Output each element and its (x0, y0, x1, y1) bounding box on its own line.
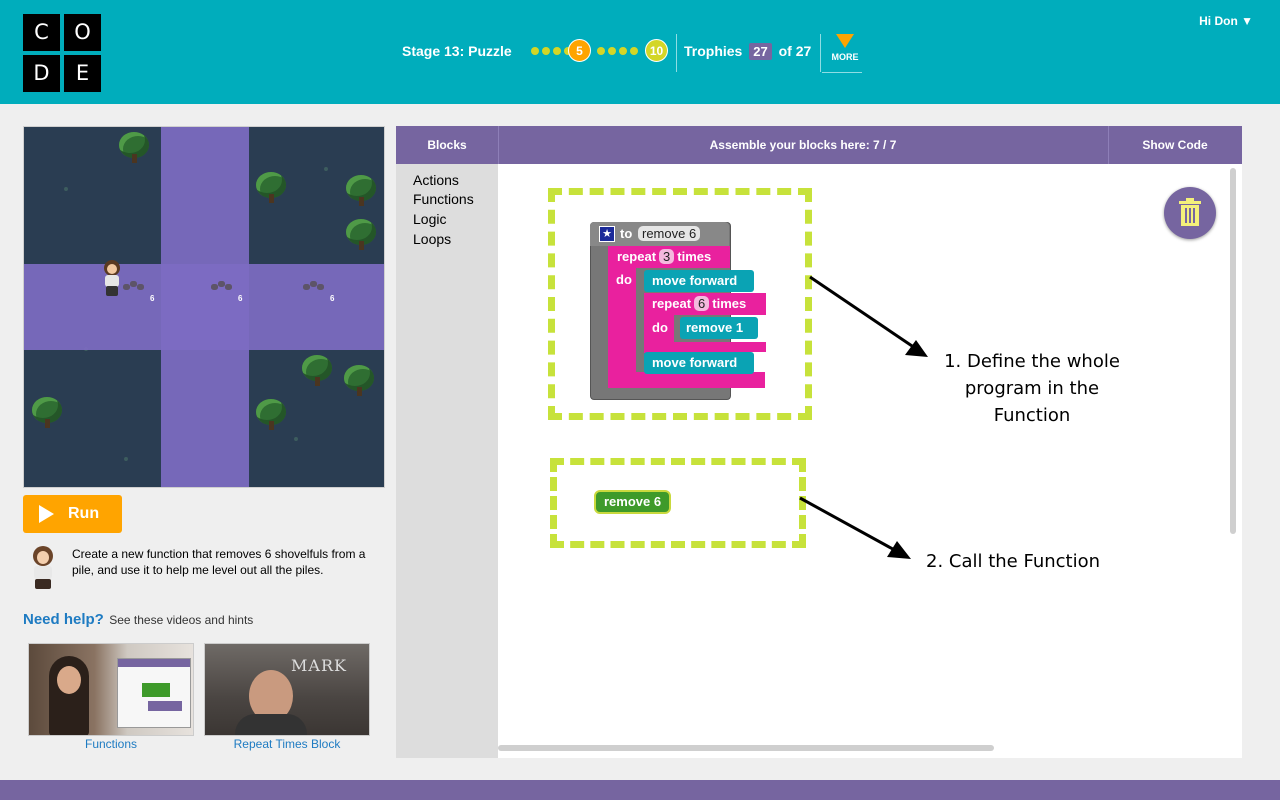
workspace-header: Blocks Assemble your blocks here: 7 / 7 … (396, 126, 1242, 164)
stage-label: Stage 13: Puzzle (402, 43, 512, 59)
need-help-subtitle: See these videos and hints (109, 613, 254, 627)
tree-icon (256, 172, 286, 203)
tree-icon (32, 397, 62, 428)
annotation-step-2: 2. Call the Function (926, 551, 1101, 572)
top-header: C O D E Stage 13: Puzzle 5 10 Trophies 2… (0, 0, 1280, 104)
need-help: Need help? See these videos and hints (23, 611, 253, 628)
maze-canvas: 6 6 6 (23, 126, 385, 488)
last-puzzle-badge[interactable]: 10 (645, 39, 668, 62)
video-thumbnail-functions[interactable] (28, 643, 194, 736)
video-thumbnail-repeat-times[interactable]: MARK (204, 643, 370, 736)
dirt-pile-icon (303, 279, 325, 291)
dirt-pile-icon (123, 279, 145, 291)
category-loops[interactable]: Loops (413, 231, 451, 247)
show-code-button[interactable]: Show Code (1108, 126, 1242, 164)
boy-with-shovel-icon (101, 260, 123, 298)
grass-texture (64, 187, 68, 191)
instructions-text: Create a new function that removes 6 sho… (72, 547, 366, 577)
arrow-1-line (809, 275, 919, 352)
header-divider (820, 34, 821, 72)
user-menu[interactable]: Hi Don ▼ (1199, 14, 1253, 28)
puzzle-dot[interactable] (553, 47, 561, 55)
assemble-label: Assemble your blocks here: 7 / 7 (709, 138, 897, 152)
run-label: Run (68, 505, 100, 522)
presenter-face (57, 666, 81, 694)
tree-icon (256, 399, 286, 430)
play-icon (39, 505, 54, 523)
annotation-step-1: 1. Define the whole program in the Funct… (944, 351, 1120, 426)
puzzle-dot[interactable] (630, 47, 638, 55)
pile-count: 6 (150, 294, 155, 303)
header-divider (676, 34, 677, 72)
logo-letter: D (23, 55, 60, 92)
arrow-2-head (887, 541, 911, 559)
grass-texture (124, 457, 128, 461)
presenter-shirt (235, 714, 307, 735)
tree-icon (346, 219, 376, 250)
trophies-count: 27 (749, 43, 772, 60)
trophies-total: of 27 (778, 43, 812, 59)
puzzle-dot[interactable] (531, 47, 539, 55)
video-title-overlay: MARK (291, 656, 347, 675)
path-horizontal (24, 264, 384, 350)
character-avatar (27, 546, 59, 590)
bottom-footer (0, 780, 1280, 800)
more-underline (822, 72, 862, 73)
grass-texture (294, 437, 298, 441)
trophies: Trophies 27 of 27 (684, 43, 811, 60)
video-label-functions[interactable]: Functions (28, 737, 194, 751)
category-logic[interactable]: Logic (413, 211, 446, 227)
code-logo[interactable]: C O D E (23, 14, 101, 92)
puzzle-dot[interactable] (542, 47, 550, 55)
tab-blocks[interactable]: Blocks (396, 126, 498, 164)
logo-letter: E (64, 55, 101, 92)
pile-count: 6 (330, 294, 335, 303)
video-label-repeat-times[interactable]: Repeat Times Block (204, 737, 370, 751)
pile-count: 6 (238, 294, 243, 303)
annotation-arrows (799, 275, 928, 559)
dirt-pile-icon (211, 279, 233, 291)
blocks-workspace[interactable]: ★ to remove 6 repeat 3 times do move forwa… (498, 164, 1242, 758)
tree-icon (344, 365, 374, 396)
chevron-down-icon (836, 34, 854, 48)
need-help-title: Need help? (23, 611, 104, 628)
arrow-2-line (799, 496, 901, 555)
screen-preview (117, 658, 191, 728)
current-puzzle-badge[interactable]: 5 (568, 39, 591, 62)
more-button[interactable]: MORE (828, 34, 862, 62)
block-toolbox: Actions Functions Logic Loops (396, 164, 498, 758)
puzzle-dot[interactable] (608, 47, 616, 55)
puzzle-dot[interactable] (597, 47, 605, 55)
more-label: MORE (831, 52, 859, 62)
category-actions[interactable]: Actions (413, 172, 459, 188)
tree-icon (119, 132, 149, 163)
trophies-label: Trophies (684, 43, 743, 59)
tree-icon (302, 355, 332, 386)
tree-icon (346, 175, 376, 206)
logo-letter: C (23, 14, 60, 51)
puzzle-dot[interactable] (619, 47, 627, 55)
grass-texture (324, 167, 328, 171)
logo-letter: O (64, 14, 101, 51)
category-functions[interactable]: Functions (413, 191, 474, 207)
run-button[interactable]: Run (23, 495, 122, 533)
